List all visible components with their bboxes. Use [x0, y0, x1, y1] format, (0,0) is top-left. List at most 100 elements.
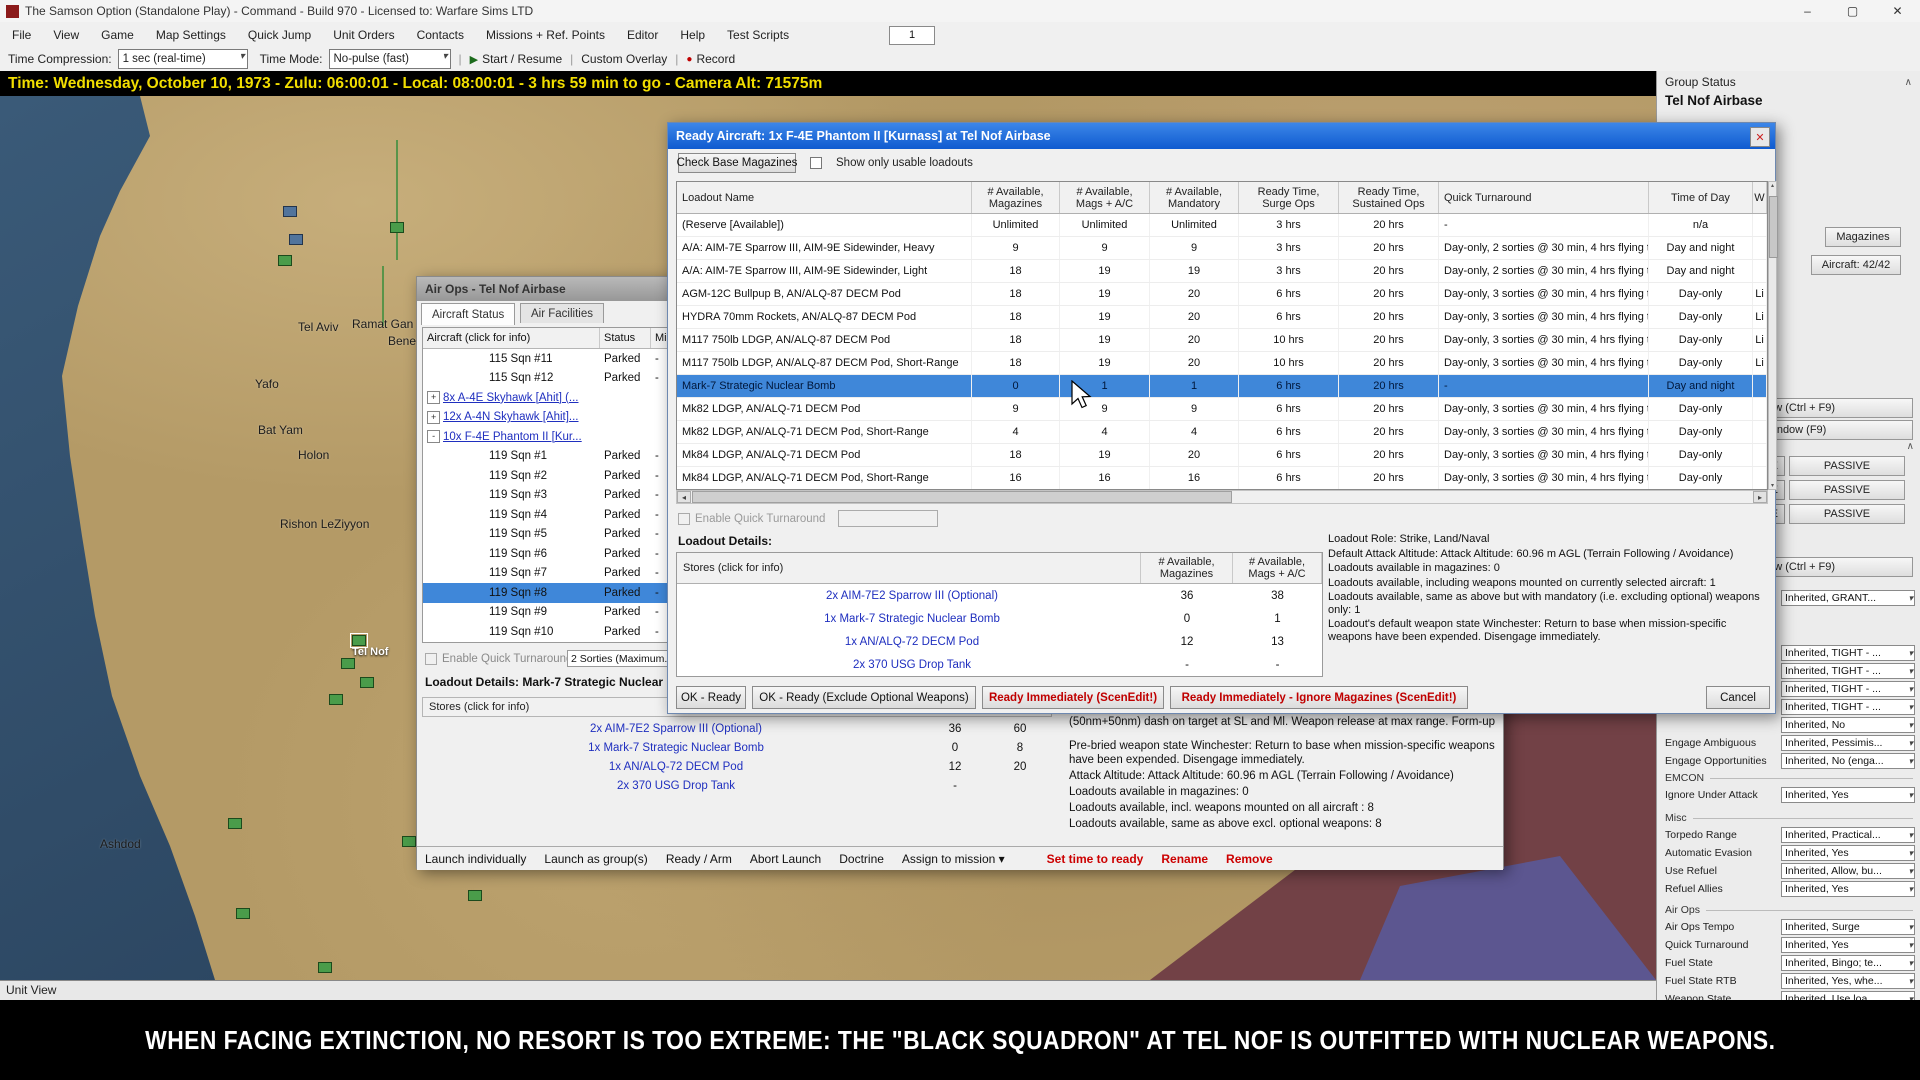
aircraft-row[interactable]: 119 Sqn #5 Parked - — [423, 525, 695, 545]
store-name-link[interactable]: 1x AN/ALQ-72 DECM Pod — [677, 636, 1141, 648]
unit-icon[interactable] — [402, 836, 416, 847]
aircraft-row[interactable]: +8x A-4E Skyhawk [Ahit] (... — [423, 388, 695, 408]
horizontal-scrollbar[interactable]: ◂ ▸ — [676, 490, 1768, 504]
column-header[interactable]: # Available, Mags + A/C — [1060, 182, 1150, 213]
aircraft-name[interactable]: 119 Sqn #2 — [443, 470, 547, 482]
aircraft-name[interactable]: 119 Sqn #1 — [443, 450, 547, 462]
aircraft-row[interactable]: 115 Sqn #12 Parked - — [423, 369, 695, 389]
aircraft-row[interactable]: 119 Sqn #9 Parked - — [423, 603, 695, 623]
quick-turnaround-select[interactable] — [838, 510, 938, 527]
unit-icon[interactable] — [360, 677, 374, 688]
sensor-passive-button[interactable]: PASSIVE — [1789, 504, 1905, 524]
doctrine-select[interactable]: Inherited, No (enga...▾ — [1781, 753, 1915, 769]
doctrine-select[interactable]: Inherited, TIGHT - ...▾ — [1781, 699, 1915, 715]
column-header[interactable]: Ready Time, Surge Ops — [1239, 182, 1339, 213]
menu-item[interactable]: Contacts — [417, 28, 464, 42]
tab-air-facilities[interactable]: Air Facilities — [520, 303, 604, 323]
column-header[interactable]: Ready Time, Sustained Ops — [1339, 182, 1439, 213]
aircraft-row[interactable]: +12x A-4N Skyhawk [Ahit]... — [423, 408, 695, 428]
aircraft-name[interactable]: 12x A-4N Skyhawk [Ahit]... — [443, 411, 579, 423]
loadout-row[interactable]: Mk82 LDGP, AN/ALQ-71 DECM Pod 9 9 9 6 hr… — [677, 398, 1767, 421]
scroll-down-icon[interactable]: ▾ — [1769, 482, 1776, 489]
aircraft-name[interactable]: 119 Sqn #7 — [443, 567, 547, 579]
loadout-row[interactable]: Mk84 LDGP, AN/ALQ-71 DECM Pod 18 19 20 6… — [677, 444, 1767, 467]
show-only-usable-checkbox[interactable] — [810, 157, 822, 169]
aircraft-row[interactable]: 119 Sqn #1 Parked - — [423, 447, 695, 467]
minimize-button[interactable]: – — [1785, 0, 1830, 22]
unit-icon[interactable] — [228, 818, 242, 829]
rename-button[interactable]: Rename — [1161, 852, 1208, 866]
vertical-scrollbar[interactable]: ▴ ▾ — [1768, 181, 1777, 490]
scroll-right-icon[interactable]: ▸ — [1753, 491, 1767, 503]
column-header[interactable]: # Available, Mandatory — [1150, 182, 1239, 213]
loadout-row[interactable]: M117 750lb LDGP, AN/ALQ-87 DECM Pod, Sho… — [677, 352, 1767, 375]
abort-launch-button[interactable]: Abort Launch — [750, 852, 821, 866]
scrollbar-thumb[interactable] — [1769, 196, 1778, 258]
group-status-header[interactable]: Group Status ∧ — [1657, 73, 1920, 91]
doctrine-select[interactable]: Inherited, Yes▾ — [1781, 845, 1915, 861]
aircraft-name[interactable]: 119 Sqn #9 — [443, 606, 547, 618]
column-header[interactable]: Quick Turnaround — [1439, 182, 1649, 213]
aircraft-name[interactable]: 115 Sqn #11 — [443, 353, 553, 365]
expander-icon[interactable]: - — [427, 430, 440, 443]
doctrine-select[interactable]: Inherited, No▾ — [1781, 717, 1915, 733]
aircraft-row[interactable]: 119 Sqn #2 Parked - — [423, 466, 695, 486]
start-resume-button[interactable]: Start / Resume — [482, 52, 562, 66]
magazines-button[interactable]: Magazines — [1825, 227, 1901, 247]
dialog-titlebar[interactable]: Ready Aircraft: 1x F-4E Phantom II [Kurn… — [668, 123, 1775, 149]
record-button[interactable]: Record — [696, 52, 735, 66]
doctrine-select[interactable]: Inherited, Allow, bu...▾ — [1781, 863, 1915, 879]
script-count-input[interactable]: 1 — [889, 26, 935, 45]
quick-turnaround-checkbox[interactable] — [678, 513, 690, 525]
aircraft-row[interactable]: 119 Sqn #6 Parked - — [423, 544, 695, 564]
aircraft-row[interactable]: 119 Sqn #10 Parked - — [423, 622, 695, 642]
quick-turnaround-checkbox[interactable] — [425, 653, 437, 665]
loadout-row[interactable]: A/A: AIM-7E Sparrow III, AIM-9E Sidewind… — [677, 260, 1767, 283]
aircraft-row[interactable]: -10x F-4E Phantom II [Kur... — [423, 427, 695, 447]
menu-item[interactable]: Missions + Ref. Points — [486, 28, 605, 42]
menu-item[interactable]: Help — [680, 28, 705, 42]
menu-item[interactable]: File — [12, 28, 31, 42]
scroll-left-icon[interactable]: ◂ — [677, 491, 691, 503]
unit-icon[interactable] — [283, 206, 297, 217]
store-name-link[interactable]: 1x AN/ALQ-72 DECM Pod — [422, 761, 922, 773]
menu-item[interactable]: Editor — [627, 28, 658, 42]
assign-to-mission-button[interactable]: Assign to mission ▾ — [902, 852, 1005, 866]
launch-as-groups-button[interactable]: Launch as group(s) — [544, 852, 647, 866]
loadout-row[interactable]: M117 750lb LDGP, AN/ALQ-87 DECM Pod 18 1… — [677, 329, 1767, 352]
doctrine-select[interactable]: Inherited, Practical...▾ — [1781, 827, 1915, 843]
doctrine-select[interactable]: Inherited, Yes▾ — [1781, 881, 1915, 897]
check-base-magazines-button[interactable]: Check Base Magazines — [678, 153, 796, 173]
expander-icon[interactable]: + — [427, 411, 440, 424]
chevron-up-icon[interactable]: ∧ — [1907, 441, 1914, 452]
column-header[interactable]: Loadout Name — [677, 182, 972, 213]
dialog-close-button[interactable]: ✕ — [1750, 127, 1770, 147]
column-header[interactable]: Time of Day — [1649, 182, 1753, 213]
unit-icon[interactable] — [329, 694, 343, 705]
loadout-row[interactable]: A/A: AIM-7E Sparrow III, AIM-9E Sidewind… — [677, 237, 1767, 260]
tab-aircraft-status[interactable]: Aircraft Status — [421, 303, 515, 325]
loadout-row[interactable]: Mk82 LDGP, AN/ALQ-71 DECM Pod, Short-Ran… — [677, 421, 1767, 444]
maximize-button[interactable]: ▢ — [1830, 0, 1875, 22]
aircraft-name[interactable]: 119 Sqn #5 — [443, 528, 547, 540]
aircraft-name[interactable]: 8x A-4E Skyhawk [Ahit] (... — [443, 392, 579, 404]
unit-icon[interactable] — [236, 908, 250, 919]
unit-icon[interactable] — [390, 222, 404, 233]
aircraft-name[interactable]: 115 Sqn #12 — [443, 372, 553, 384]
doctrine-select[interactable]: Inherited, TIGHT - ...▾ — [1781, 663, 1915, 679]
doctrine-select[interactable]: Inherited, Use loa...▾ — [1781, 991, 1915, 1000]
unit-icon[interactable] — [289, 234, 303, 245]
doctrine-select[interactable]: Inherited, Bingo; te...▾ — [1781, 955, 1915, 971]
sensor-passive-button[interactable]: PASSIVE — [1789, 480, 1905, 500]
aircraft-name[interactable]: 119 Sqn #8 — [443, 587, 547, 599]
time-mode-select[interactable]: No-pulse (fast)▾ — [329, 49, 451, 69]
aircraft-row[interactable]: 119 Sqn #3 Parked - — [423, 486, 695, 506]
aircraft-count-button[interactable]: Aircraft: 42/42 — [1811, 255, 1901, 275]
doctrine-select[interactable]: Inherited, GRANT...▾ — [1781, 590, 1915, 606]
aircraft-name[interactable]: 119 Sqn #10 — [443, 626, 553, 638]
store-name-link[interactable]: 2x 370 USG Drop Tank — [677, 659, 1141, 671]
aircraft-name[interactable]: 119 Sqn #4 — [443, 509, 547, 521]
scroll-up-icon[interactable]: ▴ — [1769, 182, 1776, 189]
aircraft-row[interactable]: 119 Sqn #7 Parked - — [423, 564, 695, 584]
launch-individually-button[interactable]: Launch individually — [425, 852, 526, 866]
